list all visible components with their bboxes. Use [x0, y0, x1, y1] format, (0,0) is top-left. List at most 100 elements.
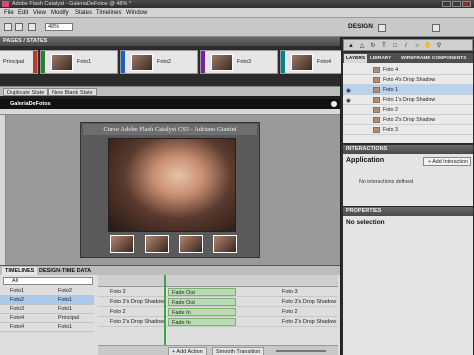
image-icon: [373, 97, 380, 103]
track-name: Foto 2's Drop Shadow: [110, 319, 165, 325]
layer-row[interactable]: Foto 2's Drop Shadow: [343, 115, 473, 125]
state-label: Foto4: [317, 59, 332, 65]
menu-timelines[interactable]: Timelines: [96, 8, 121, 18]
line-tool-icon[interactable]: /: [402, 42, 410, 50]
menu-modify[interactable]: Modify: [51, 8, 69, 18]
state-label: Foto1: [77, 59, 92, 65]
window-title: Adobe Flash Catalyst - GaleriaDeFotos @ …: [12, 1, 131, 7]
transition-to: Foto1: [58, 297, 73, 303]
tab-wireframe-components[interactable]: WIREFRAME COMPONENTS: [399, 54, 468, 63]
chevron-down-icon[interactable]: [378, 24, 386, 32]
playhead[interactable]: [164, 275, 166, 345]
state-foto2[interactable]: Foto2: [120, 50, 198, 74]
effect-chip[interactable]: Fade Out: [168, 298, 236, 306]
transform-tool-icon[interactable]: ↻: [369, 42, 377, 50]
transition-row[interactable]: Foto3 Foto1: [0, 305, 94, 314]
layer-name: Foto 2: [383, 107, 399, 113]
gallery-thumb[interactable]: [179, 235, 203, 253]
layer-row[interactable]: Foto 2: [343, 105, 473, 115]
image-icon: [373, 107, 380, 113]
transition-to: Foto1: [58, 306, 73, 312]
timeline-zoom-slider[interactable]: [276, 350, 326, 352]
timeline-track[interactable]: Foto 2's Drop Shadow Fade In Foto 2's Dr…: [98, 317, 338, 327]
state-foto1[interactable]: Foto1: [40, 50, 118, 74]
state-thumbnail: [291, 54, 313, 71]
timeline-track[interactable]: Foto 3 Fade Out Foto 3: [98, 287, 338, 297]
layers-list: Foto 4 Foto 4's Drop Shadow ◉ Foto 1 ◉ F…: [343, 63, 473, 143]
menu-window[interactable]: Window: [126, 8, 147, 18]
state-accent: [41, 51, 45, 73]
state-label: Foto3: [237, 59, 252, 65]
state-label: Principal: [3, 59, 25, 65]
transition-row[interactable]: Foto4 Principal: [0, 314, 94, 323]
main-photo[interactable]: [108, 138, 236, 232]
zoom-tool-icon[interactable]: [15, 23, 23, 31]
timeline-track[interactable]: Foto 3's Drop Shadow Fade Out Foto 3's D…: [98, 297, 338, 307]
pan-tool-icon[interactable]: ✋: [424, 42, 432, 50]
duplicate-state-button[interactable]: Duplicate State: [3, 88, 49, 96]
state-transition-filter[interactable]: All: [3, 277, 93, 285]
ruler-horizontal: [0, 109, 340, 115]
gallery-thumb[interactable]: [110, 235, 134, 253]
properties-header: PROPERTIES: [343, 207, 473, 216]
smooth-transition-button[interactable]: Smooth Transition: [212, 347, 265, 355]
hand-tool-icon[interactable]: [4, 23, 12, 31]
effect-chip[interactable]: Fade Out: [168, 288, 236, 296]
transition-row[interactable]: Foto4 Foto1: [0, 323, 94, 332]
tab-layers[interactable]: LAYERS: [344, 54, 368, 63]
close-button[interactable]: [462, 1, 471, 7]
menu-bar: File Edit View Modify States Timelines W…: [0, 8, 474, 18]
ellipse-tool-icon[interactable]: ○: [413, 42, 421, 50]
timeline-ruler[interactable]: [98, 275, 338, 287]
workspace-switcher[interactable]: DESIGN: [348, 22, 373, 32]
help-icon[interactable]: [432, 24, 440, 32]
layer-row[interactable]: Foto 4's Drop Shadow: [343, 75, 473, 85]
effect-chip[interactable]: Fade In: [168, 318, 236, 326]
direct-select-tool-icon[interactable]: △: [358, 42, 366, 50]
effect-chip[interactable]: Fade In: [168, 308, 236, 316]
transition-to: Foto1: [58, 324, 73, 330]
state-principal[interactable]: Principal: [0, 50, 38, 74]
pages-states-panel: PAGES / STATES Principal Foto1 Foto2 Fot…: [0, 37, 342, 86]
interactions-scope: Application: [346, 157, 385, 164]
layer-name: Foto 2's Drop Shadow: [383, 117, 436, 123]
app-icon: [2, 1, 9, 7]
rectangle-tool-icon[interactable]: □: [391, 42, 399, 50]
menu-view[interactable]: View: [33, 8, 46, 18]
state-accent: [281, 51, 285, 73]
state-thumbnail: [131, 54, 153, 71]
minimize-button[interactable]: [442, 1, 451, 7]
layer-row[interactable]: ◉ Foto 1's Drop Shadow: [343, 95, 473, 105]
new-blank-state-button[interactable]: New Blank State: [48, 88, 97, 96]
artboard-title: Curso Adobe Flash Catalyst CS5 - Adriano…: [83, 124, 257, 135]
zoom-tool-icon[interactable]: ⚲: [435, 42, 443, 50]
magnifier-icon[interactable]: [28, 23, 36, 31]
record-icon[interactable]: [331, 101, 337, 107]
breadcrumb-label: GaleriaDeFotos: [10, 101, 51, 107]
timeline-track[interactable]: Foto 2 Fade In Foto 2: [98, 307, 338, 317]
state-foto3[interactable]: Foto3: [200, 50, 278, 74]
text-tool-icon[interactable]: T: [380, 42, 388, 50]
state-foto4[interactable]: Foto4: [280, 50, 342, 74]
menu-edit[interactable]: Edit: [18, 8, 28, 18]
maximize-button[interactable]: [452, 1, 461, 7]
image-icon: [373, 67, 380, 73]
layer-name: Foto 1's Drop Shadow: [383, 97, 436, 103]
transition-row[interactable]: Foto2 Foto1: [0, 296, 94, 305]
layer-name: Foto 1: [383, 87, 399, 93]
gallery-thumb[interactable]: [145, 235, 169, 253]
add-interaction-button[interactable]: + Add Interaction: [423, 157, 471, 166]
track-name: Foto 3: [110, 289, 126, 295]
select-tool-icon[interactable]: ▲: [347, 42, 355, 50]
layer-row[interactable]: Foto 4: [343, 65, 473, 75]
zoom-select[interactable]: 48%: [45, 23, 73, 31]
transition-row[interactable]: Foto1 Foto2: [0, 287, 94, 296]
layer-row[interactable]: ◉ Foto 1: [343, 85, 473, 95]
tab-library[interactable]: LIBRARY: [368, 54, 393, 63]
add-action-button[interactable]: + Add Action: [168, 347, 207, 355]
menu-states[interactable]: States: [75, 8, 92, 18]
menu-file[interactable]: File: [4, 8, 14, 18]
breadcrumb[interactable]: GaleriaDeFotos: [0, 99, 340, 109]
gallery-thumb[interactable]: [213, 235, 237, 253]
layer-row[interactable]: Foto 3: [343, 125, 473, 135]
